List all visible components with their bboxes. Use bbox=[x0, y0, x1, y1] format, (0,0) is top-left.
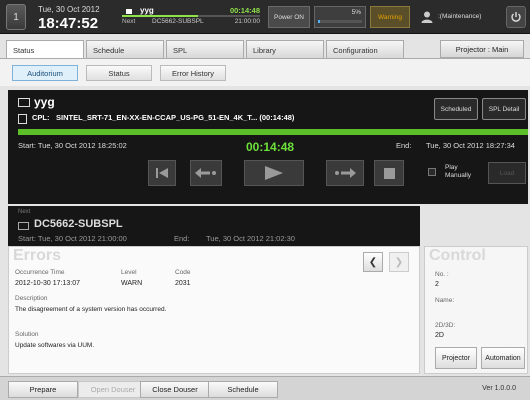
projector-button[interactable]: Projector bbox=[435, 347, 477, 369]
show-progress-fill bbox=[18, 129, 528, 135]
solution-value: Update softwares via UUM. bbox=[15, 342, 95, 349]
show-progress-bar bbox=[18, 129, 528, 135]
level-label: Level bbox=[121, 269, 137, 276]
now-playing-progress bbox=[122, 15, 260, 17]
jump-back-button[interactable] bbox=[190, 160, 222, 186]
show-elapsed-time: 00:14:48 bbox=[246, 140, 295, 154]
subtab-auditorium[interactable]: Auditorium bbox=[12, 65, 78, 81]
errors-panel: Errors ❮ ❯ Occurrence Time 2012-10-30 17… bbox=[8, 246, 420, 374]
play-manually-checkbox[interactable] bbox=[428, 168, 436, 176]
lamp-bar-fill bbox=[318, 20, 321, 23]
code-value: 2031 bbox=[175, 280, 191, 287]
cpl-label: CPL: bbox=[32, 113, 50, 122]
jump-forward-icon bbox=[335, 168, 356, 178]
next-show-title: DC5662-SUBSPL bbox=[34, 218, 123, 230]
schedule-button[interactable]: Schedule bbox=[208, 381, 278, 398]
current-time: 18:47:52 bbox=[38, 15, 99, 32]
screen-number-badge[interactable]: 1 bbox=[6, 4, 26, 30]
power-status-button[interactable]: Power ON bbox=[268, 6, 310, 28]
next-show-label: Next bbox=[18, 209, 31, 215]
number-label: No. : bbox=[435, 271, 449, 278]
next-title: DC5662-SUBSPL bbox=[152, 18, 204, 25]
number-value: 2 bbox=[435, 281, 439, 288]
now-playing-elapsed: 00:14:48 bbox=[229, 6, 260, 15]
close-douser-button[interactable]: Close Douser bbox=[140, 381, 210, 398]
next-show-icon bbox=[18, 222, 29, 230]
spl-detail-button[interactable]: SPL Detail bbox=[482, 98, 526, 120]
occurrence-time-value: 2012-10-30 17:13:07 bbox=[15, 280, 80, 287]
projector-main-button[interactable]: Projector : Main bbox=[440, 40, 524, 58]
now-playing-icon bbox=[126, 9, 132, 14]
subtab-status[interactable]: Status bbox=[86, 65, 152, 81]
jump-forward-button[interactable] bbox=[326, 160, 364, 186]
description-value: The disagreement of a system version has… bbox=[15, 306, 167, 313]
play-manually-label: Play Manually bbox=[445, 164, 472, 179]
next-label: Next bbox=[122, 18, 136, 25]
control-heading: Control bbox=[429, 247, 486, 264]
subtab-error-history[interactable]: Error History bbox=[160, 65, 226, 81]
stop-icon bbox=[383, 167, 395, 179]
scheduled-button[interactable]: Scheduled bbox=[434, 98, 478, 120]
lamp-meter[interactable]: 5% bbox=[314, 6, 366, 28]
show-title: yyg bbox=[34, 95, 55, 109]
stop-button[interactable] bbox=[374, 160, 404, 186]
control-panel: Control No. : 2 Name: 2D/3D: 2D Projecto… bbox=[424, 246, 528, 374]
next-show-start: Start: Tue, 30 Oct 2012 21:00:00 bbox=[18, 234, 127, 243]
warning-button[interactable]: Warning bbox=[370, 6, 410, 28]
current-show-panel: yyg CPL: SINTEL_SRT-71_EN-XX-EN-CCAP_US-… bbox=[8, 90, 528, 204]
user-icon bbox=[421, 11, 433, 23]
now-playing-progress-fill bbox=[122, 15, 198, 17]
lamp-percent: 5% bbox=[351, 9, 361, 16]
tab-spl[interactable]: SPL bbox=[166, 40, 244, 58]
bottom-bar: Prepare Open Douser Close Douser Schedul… bbox=[0, 376, 530, 400]
now-playing-panel[interactable]: yyg 00:14:48 Next DC5662-SUBSPL 21:00:00 bbox=[118, 4, 264, 30]
show-end-label: End: bbox=[396, 141, 412, 150]
jump-back-icon bbox=[195, 168, 216, 178]
play-button[interactable] bbox=[244, 160, 304, 186]
next-time: 21:00:00 bbox=[234, 18, 260, 25]
version-text: Ver 1.0.0.0 bbox=[482, 385, 516, 392]
show-end-time: Tue, 30 Oct 2012 18:27:34 bbox=[426, 141, 515, 150]
skip-back-icon bbox=[156, 168, 168, 178]
tab-status[interactable]: Status bbox=[6, 40, 84, 58]
tab-schedule[interactable]: Schedule bbox=[86, 40, 164, 58]
play-icon bbox=[265, 166, 283, 180]
user-role: :(Maintenance) bbox=[438, 13, 482, 20]
code-label: Code bbox=[175, 269, 191, 276]
level-value: WARN bbox=[121, 280, 143, 287]
show-start-time: Start: Tue, 30 Oct 2012 18:25:02 bbox=[18, 141, 127, 150]
cpl-name: SINTEL_SRT-71_EN-XX-EN-CCAP_US-PG_51-EN_… bbox=[56, 113, 295, 122]
tab-configuration[interactable]: Configuration bbox=[326, 40, 404, 58]
next-show-panel: Next DC5662-SUBSPL Start: Tue, 30 Oct 20… bbox=[8, 206, 420, 246]
power-icon bbox=[511, 12, 521, 22]
show-icon bbox=[18, 98, 30, 107]
current-date: Tue, 30 Oct 2012 bbox=[38, 5, 100, 14]
name-label: Name: bbox=[435, 297, 455, 304]
top-status-bar: 1 Tue, 30 Oct 2012 18:47:52 yyg 00:14:48… bbox=[0, 0, 530, 34]
open-douser-button[interactable]: Open Douser bbox=[78, 381, 148, 398]
main-tabs: Status Schedule SPL Library Configuratio… bbox=[6, 40, 406, 58]
errors-heading: Errors bbox=[13, 247, 62, 264]
automation-button[interactable]: Automation bbox=[481, 347, 525, 369]
mode-value: 2D bbox=[435, 332, 444, 339]
prepare-button[interactable]: Prepare bbox=[8, 381, 78, 398]
error-prev-button[interactable]: ❮ bbox=[363, 252, 383, 272]
chevron-right-icon: ❯ bbox=[394, 256, 404, 268]
description-label: Description bbox=[15, 295, 48, 302]
lamp-bar bbox=[318, 20, 362, 23]
sub-tabs: Auditorium Status Error History bbox=[12, 65, 234, 81]
tab-library[interactable]: Library bbox=[246, 40, 324, 58]
load-button[interactable]: Load bbox=[488, 162, 526, 184]
power-icon-button[interactable] bbox=[506, 6, 526, 28]
solution-label: Solution bbox=[15, 331, 39, 338]
now-playing-title: yyg bbox=[140, 6, 154, 15]
error-next-button[interactable]: ❯ bbox=[389, 252, 409, 272]
occurrence-time-label: Occurrence Time bbox=[15, 269, 65, 276]
cpl-document-icon bbox=[18, 114, 27, 124]
next-show-end: Tue, 30 Oct 2012 21:02:30 bbox=[206, 234, 295, 243]
skip-to-start-button[interactable] bbox=[148, 160, 176, 186]
mode-label: 2D/3D: bbox=[435, 322, 456, 329]
next-show-end-label: End: bbox=[174, 234, 190, 243]
chevron-left-icon: ❮ bbox=[368, 256, 378, 268]
